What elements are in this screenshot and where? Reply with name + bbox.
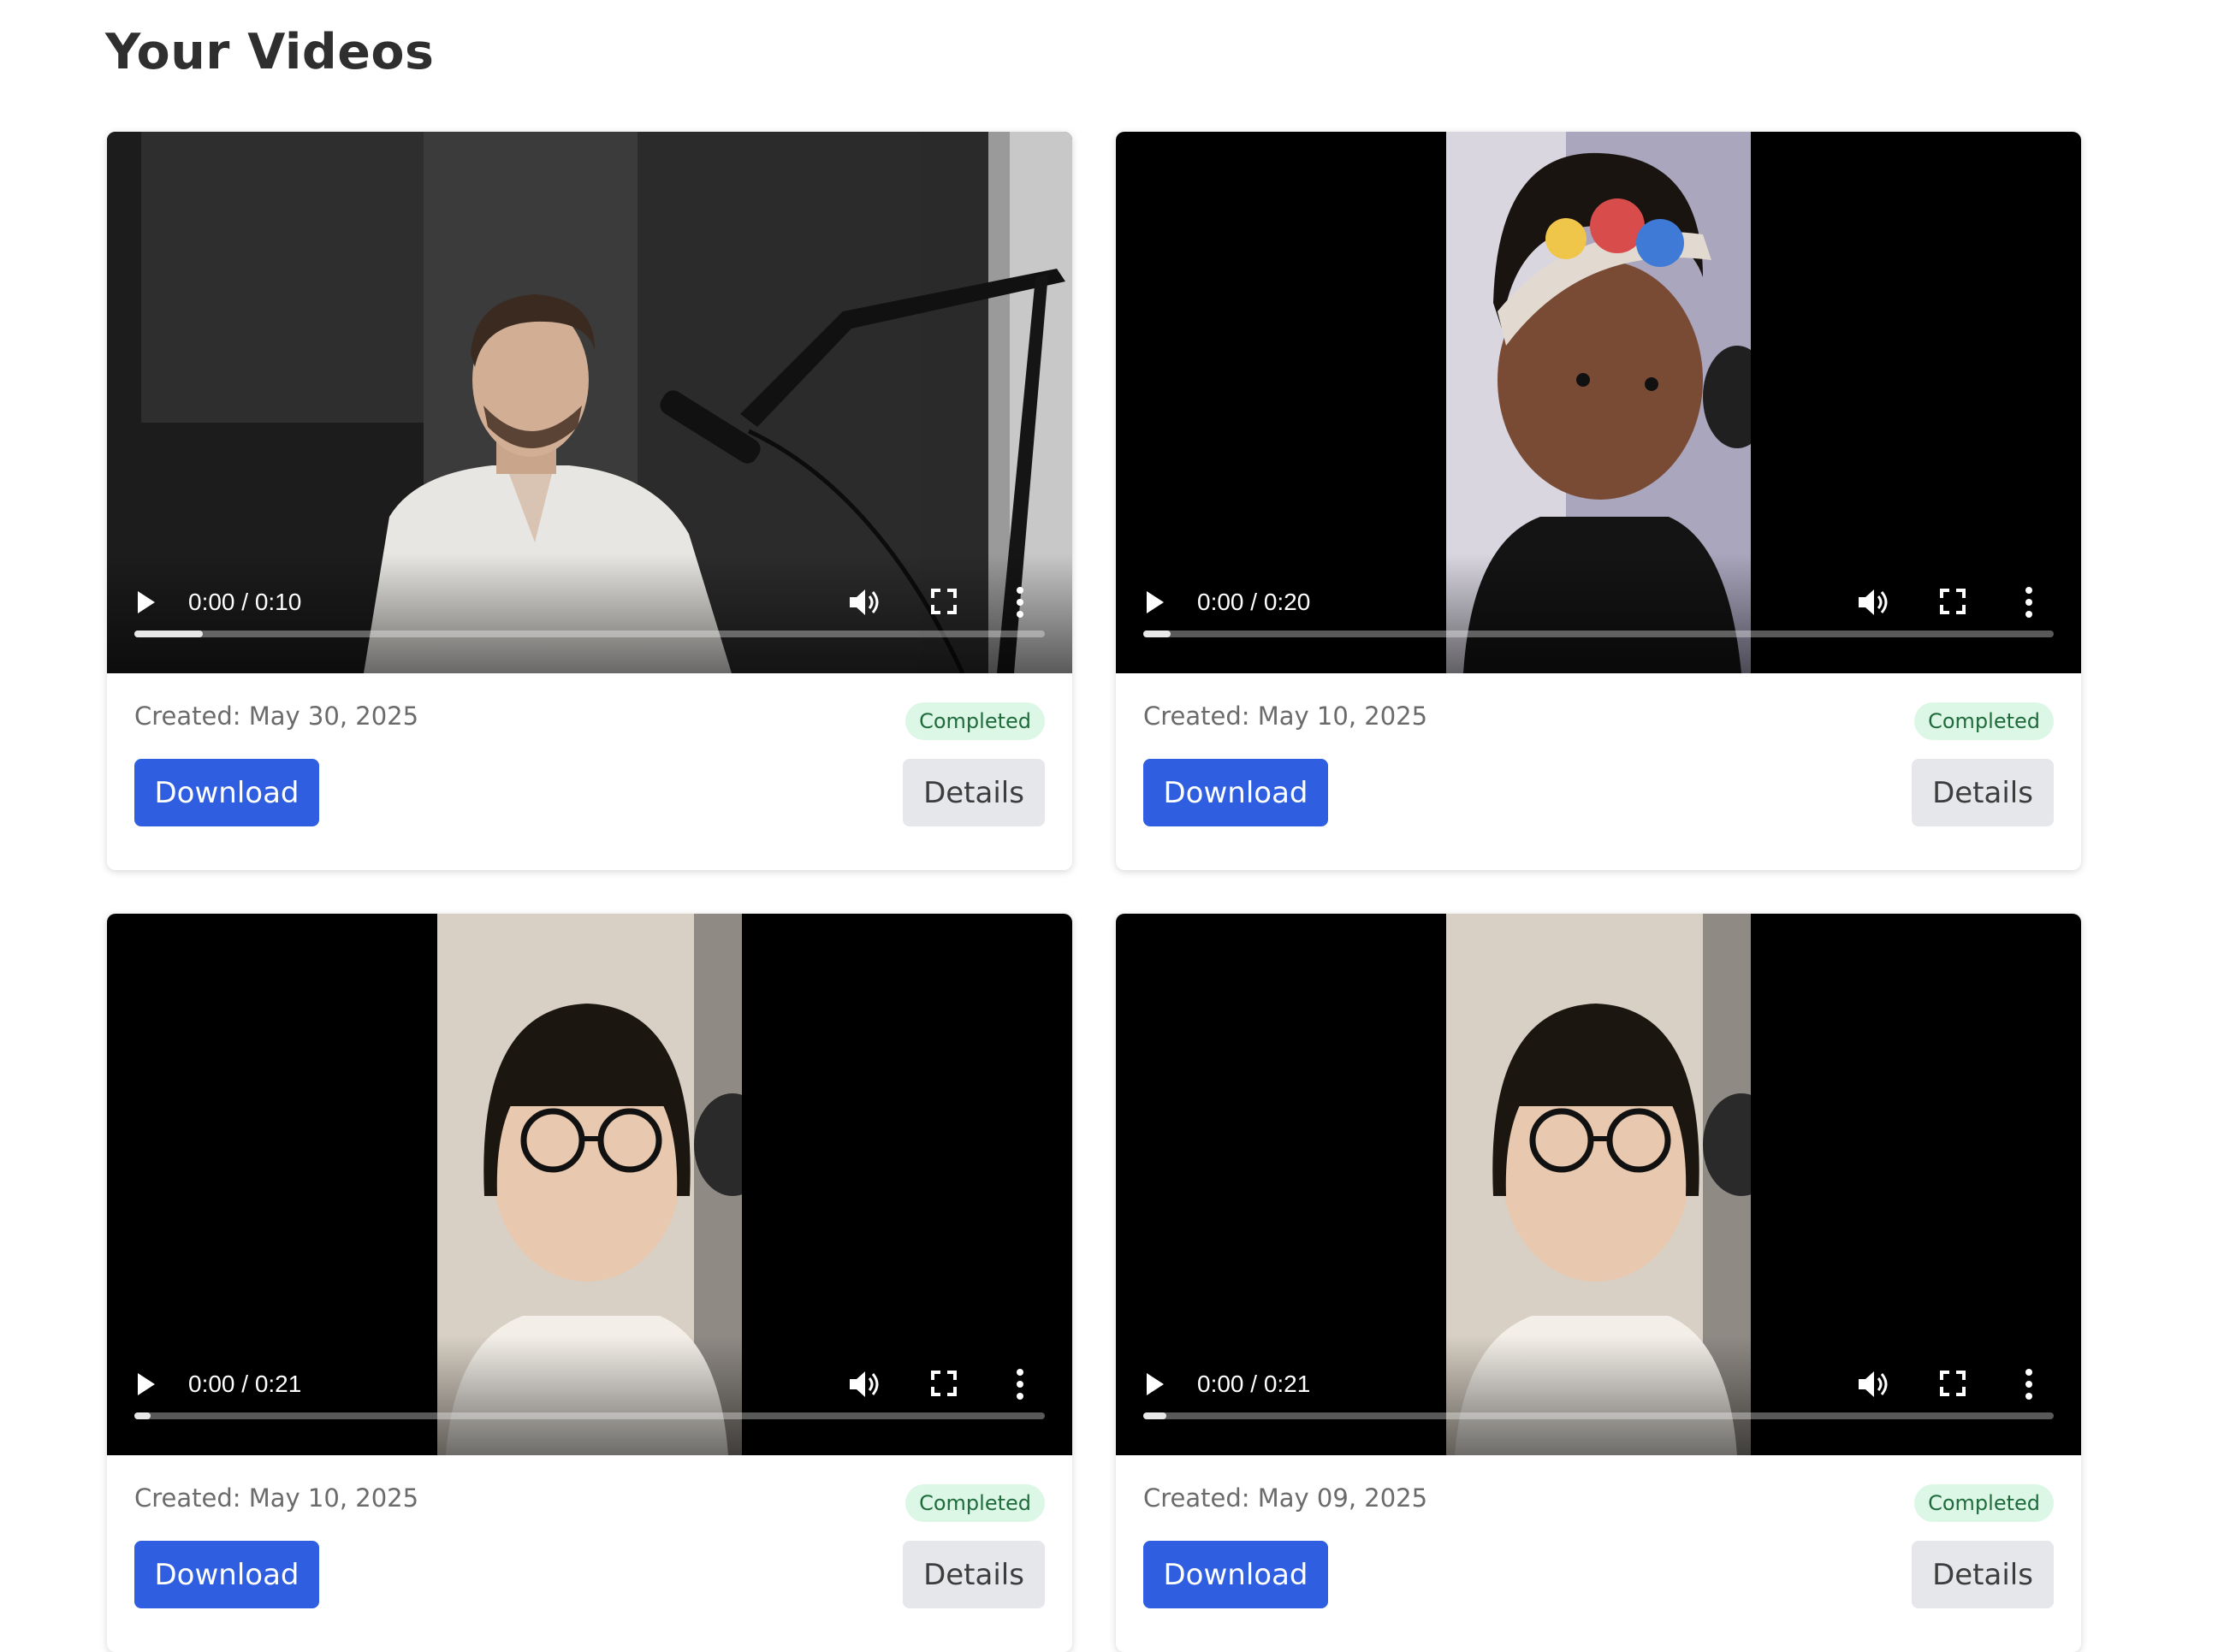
play-icon[interactable]	[1147, 1373, 1164, 1395]
fullscreen-icon[interactable]	[931, 589, 957, 614]
status-badge: Completed	[905, 1484, 1045, 1522]
video-card: 0:00 / 0:10 Created: May 30, 2025 Comple…	[107, 132, 1072, 870]
download-button[interactable]: Download	[1143, 1541, 1328, 1608]
fullscreen-icon[interactable]	[1940, 1371, 1966, 1396]
video-progress-fill	[134, 1412, 151, 1419]
video-progress-fill	[134, 631, 203, 637]
video-time: 0:00 / 0:21	[188, 1371, 302, 1397]
video-player[interactable]: 0:00 / 0:10	[107, 132, 1072, 673]
video-progress-fill	[1143, 631, 1171, 637]
video-player[interactable]: 0:00 / 0:20	[1116, 132, 2081, 673]
video-progress-bar[interactable]	[134, 631, 1045, 637]
created-date: Created: May 10, 2025	[1143, 702, 1428, 731]
video-progress-bar[interactable]	[1143, 1412, 2054, 1419]
video-progress-bar[interactable]	[134, 1412, 1045, 1419]
video-card: 0:00 / 0:21 Created: May 10, 2025 Comple…	[107, 914, 1072, 1652]
play-icon[interactable]	[1147, 591, 1164, 613]
details-button[interactable]: Details	[903, 1541, 1045, 1608]
status-badge: Completed	[1914, 1484, 2054, 1522]
video-player[interactable]: 0:00 / 0:21	[1116, 914, 2081, 1455]
details-button[interactable]: Details	[1912, 1541, 2054, 1608]
video-progress-fill	[1143, 1412, 1166, 1419]
video-time: 0:00 / 0:21	[1197, 1371, 1311, 1397]
play-icon[interactable]	[138, 591, 155, 613]
video-card: 0:00 / 0:21 Created: May 09, 2025 Comple…	[1116, 914, 2081, 1652]
download-button[interactable]: Download	[134, 1541, 319, 1608]
status-badge: Completed	[905, 702, 1045, 740]
play-icon[interactable]	[138, 1373, 155, 1395]
details-button[interactable]: Details	[1912, 759, 2054, 826]
video-card: 0:00 / 0:20 Created: May 10, 2025 Comple…	[1116, 132, 2081, 870]
volume-icon[interactable]	[848, 1368, 882, 1400]
more-vertical-icon[interactable]	[1014, 1367, 1026, 1401]
more-vertical-icon[interactable]	[2023, 585, 2035, 619]
details-button[interactable]: Details	[903, 759, 1045, 826]
fullscreen-icon[interactable]	[1940, 589, 1966, 614]
created-date: Created: May 30, 2025	[134, 702, 419, 731]
download-button[interactable]: Download	[134, 759, 319, 826]
more-vertical-icon[interactable]	[2023, 1367, 2035, 1401]
created-date: Created: May 10, 2025	[134, 1483, 419, 1513]
fullscreen-icon[interactable]	[931, 1371, 957, 1396]
status-badge: Completed	[1914, 702, 2054, 740]
video-progress-bar[interactable]	[1143, 631, 2054, 637]
video-time: 0:00 / 0:20	[1197, 589, 1311, 615]
volume-icon[interactable]	[848, 586, 882, 619]
video-player[interactable]: 0:00 / 0:21	[107, 914, 1072, 1455]
volume-icon[interactable]	[1857, 586, 1891, 619]
video-time: 0:00 / 0:10	[188, 589, 302, 615]
page-title: Your Videos	[105, 24, 435, 80]
download-button[interactable]: Download	[1143, 759, 1328, 826]
created-date: Created: May 09, 2025	[1143, 1483, 1428, 1513]
volume-icon[interactable]	[1857, 1368, 1891, 1400]
more-vertical-icon[interactable]	[1014, 585, 1026, 619]
